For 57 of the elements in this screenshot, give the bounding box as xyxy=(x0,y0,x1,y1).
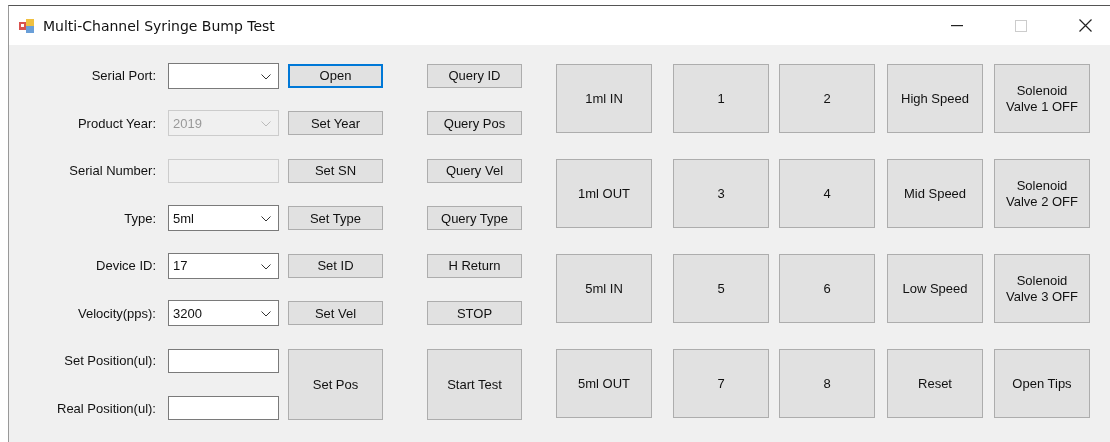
control-button[interactable]: Low Speed xyxy=(887,254,983,323)
window-title: Multi-Channel Syringe Bump Test xyxy=(43,17,275,34)
control-button[interactable]: 3 xyxy=(673,159,769,228)
control-button[interactable]: 6 xyxy=(779,254,875,323)
control-button[interactable]: 5ml IN xyxy=(556,254,652,323)
field-label: Set Position(ul): xyxy=(63,353,156,369)
field-label: Real Position(ul): xyxy=(56,400,156,416)
control-button[interactable]: Solenoid Valve 2 OFF xyxy=(994,159,1090,228)
query-button[interactable]: H Return xyxy=(427,253,522,278)
control-button[interactable]: Solenoid Valve 3 OFF xyxy=(994,254,1090,323)
chevron-down-icon[interactable] xyxy=(261,311,271,318)
control-button[interactable]: 1 xyxy=(673,64,769,133)
input-field[interactable] xyxy=(168,396,279,421)
action-button[interactable]: Open xyxy=(288,63,383,88)
close-icon[interactable] xyxy=(1079,19,1092,32)
query-button[interactable]: Query Vel xyxy=(427,158,522,183)
dropdown[interactable]: 17 xyxy=(168,252,279,279)
control-button[interactable]: 5 xyxy=(673,254,769,323)
dropdown[interactable]: 5ml xyxy=(168,205,279,232)
field-label: Device ID: xyxy=(95,258,156,274)
control-button[interactable]: Solenoid Valve 1 OFF xyxy=(994,64,1090,133)
query-button[interactable]: Query Pos xyxy=(427,111,522,136)
control-button[interactable]: Open Tips xyxy=(994,349,1090,418)
control-button[interactable]: 4 xyxy=(779,159,875,228)
dropdown[interactable]: 3200 xyxy=(168,300,279,327)
field-label: Type: xyxy=(123,210,156,226)
control-button[interactable]: 5ml OUT xyxy=(556,349,652,418)
chevron-down-icon[interactable] xyxy=(261,73,271,80)
field-label: Serial Port: xyxy=(90,68,156,84)
app-icon xyxy=(19,17,35,34)
maximize-icon xyxy=(1015,19,1027,32)
query-button[interactable]: STOP xyxy=(427,301,522,326)
control-button[interactable]: Reset xyxy=(887,349,983,418)
action-button[interactable]: Set SN xyxy=(288,158,383,183)
action-button[interactable]: Set Type xyxy=(288,206,383,231)
chevron-down-icon[interactable] xyxy=(261,216,271,223)
action-button[interactable]: Set Vel xyxy=(288,301,383,326)
set-pos-button[interactable]: Set Pos xyxy=(288,349,383,420)
dropdown[interactable] xyxy=(168,62,279,89)
control-button[interactable]: 7 xyxy=(673,349,769,418)
query-button[interactable]: Query Type xyxy=(427,206,522,231)
control-button[interactable]: Mid Speed xyxy=(887,159,983,228)
control-button[interactable]: 1ml OUT xyxy=(556,159,652,228)
minimize-icon[interactable] xyxy=(951,24,963,27)
control-button[interactable]: 1ml IN xyxy=(556,64,652,133)
action-button[interactable]: Set ID xyxy=(288,253,383,278)
field-label: Serial Number: xyxy=(68,163,156,179)
input-field[interactable] xyxy=(168,348,279,373)
chevron-down-icon[interactable] xyxy=(261,263,271,270)
field-label: Product Year: xyxy=(76,115,156,131)
query-button[interactable]: Query ID xyxy=(427,63,522,88)
control-button[interactable]: 8 xyxy=(779,349,875,418)
action-button[interactable]: Set Year xyxy=(288,111,383,136)
field-label: Velocity(pps): xyxy=(76,305,156,321)
start-test-button[interactable]: Start Test xyxy=(427,349,522,420)
control-button[interactable]: 2 xyxy=(779,64,875,133)
control-button[interactable]: High Speed xyxy=(887,64,983,133)
